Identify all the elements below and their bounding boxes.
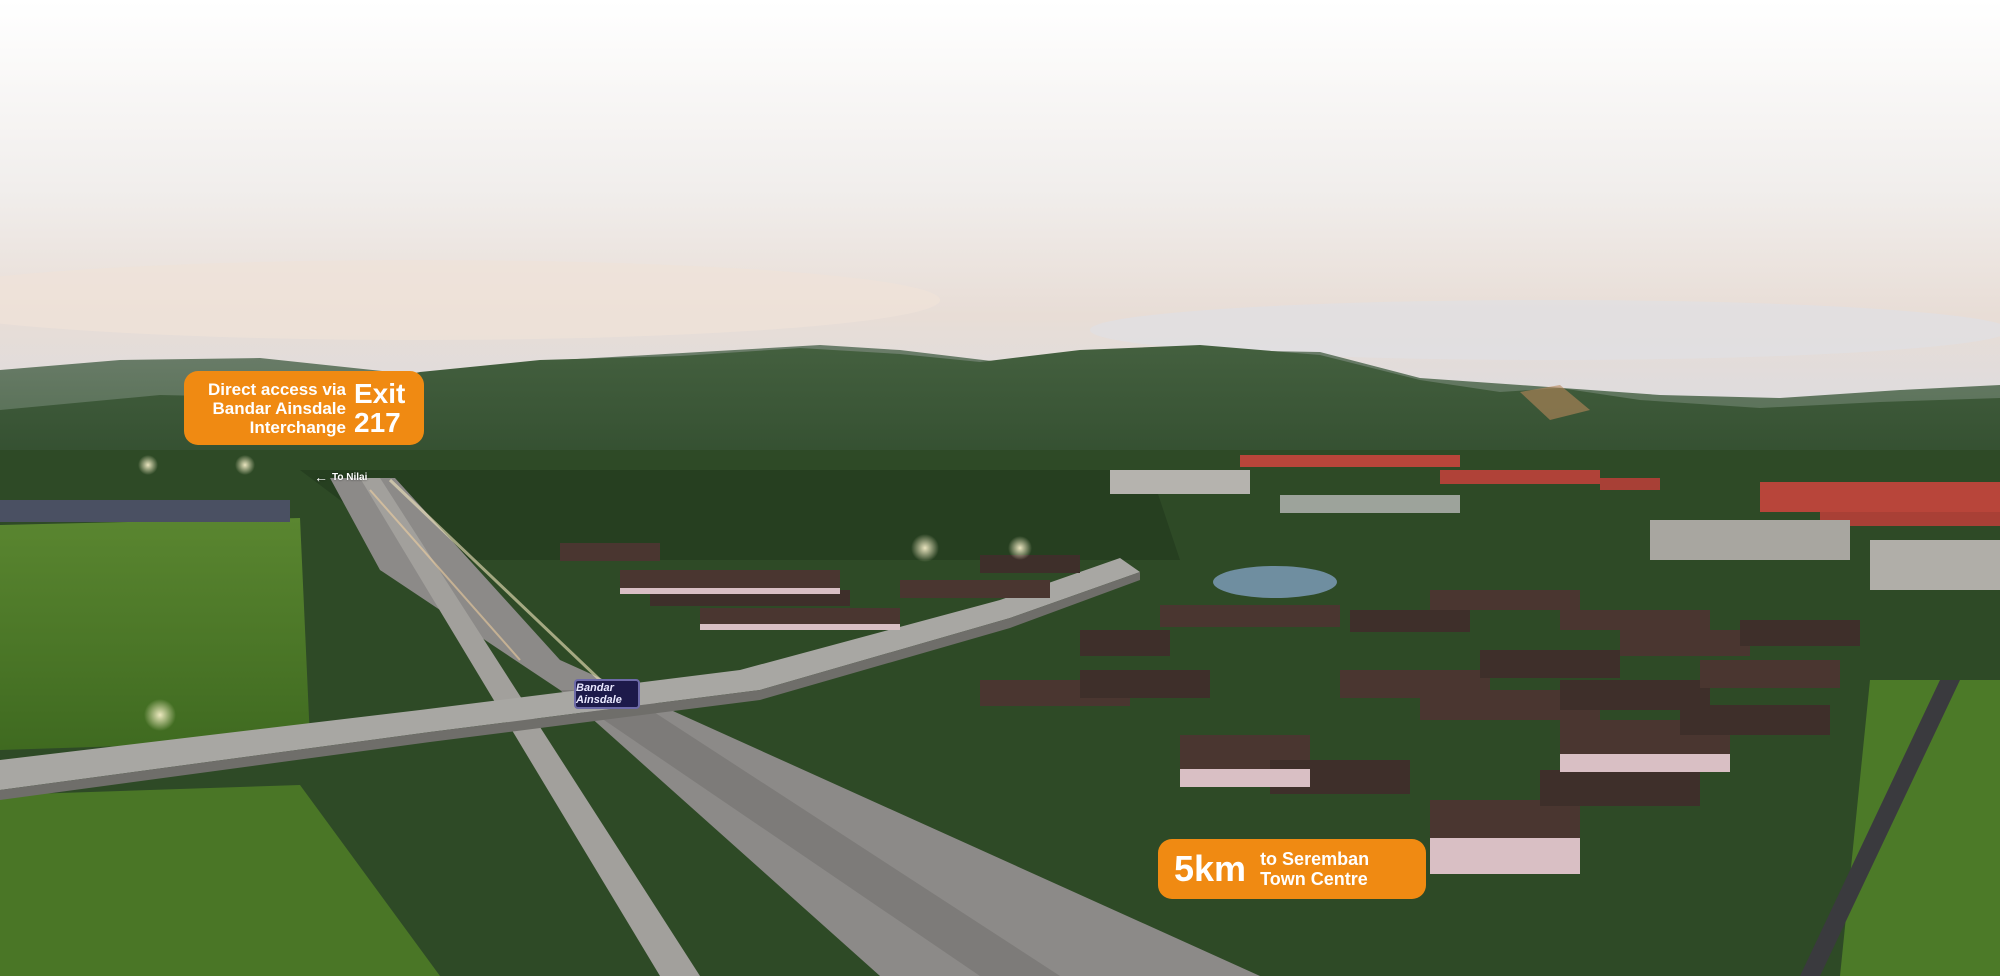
distance-value: 5km <box>1174 848 1247 889</box>
aerial-photo: ← To Nilai Bandar Ainsdale Direct access… <box>0 0 2000 976</box>
distance-description: to Seremban Town Centre <box>1260 849 1370 889</box>
road-sign-text: To Nilai <box>332 471 368 483</box>
distance-callout: 5km to Seremban Town Centre <box>1158 839 1426 899</box>
exit-description: Direct access via Bandar Ainsdale Interc… <box>208 379 346 437</box>
landscape-illustration <box>0 0 2000 976</box>
lake <box>1213 566 1337 598</box>
exit-callout: Direct access via Bandar Ainsdale Interc… <box>184 371 424 445</box>
arrow-left-icon: ← <box>314 469 328 485</box>
bridge-sign: Bandar Ainsdale <box>574 679 640 709</box>
bridge-sign-text: Bandar Ainsdale <box>576 682 622 706</box>
exit-number: Exit 217 <box>354 378 406 438</box>
road-sign-to-nilai: ← To Nilai <box>314 469 367 485</box>
